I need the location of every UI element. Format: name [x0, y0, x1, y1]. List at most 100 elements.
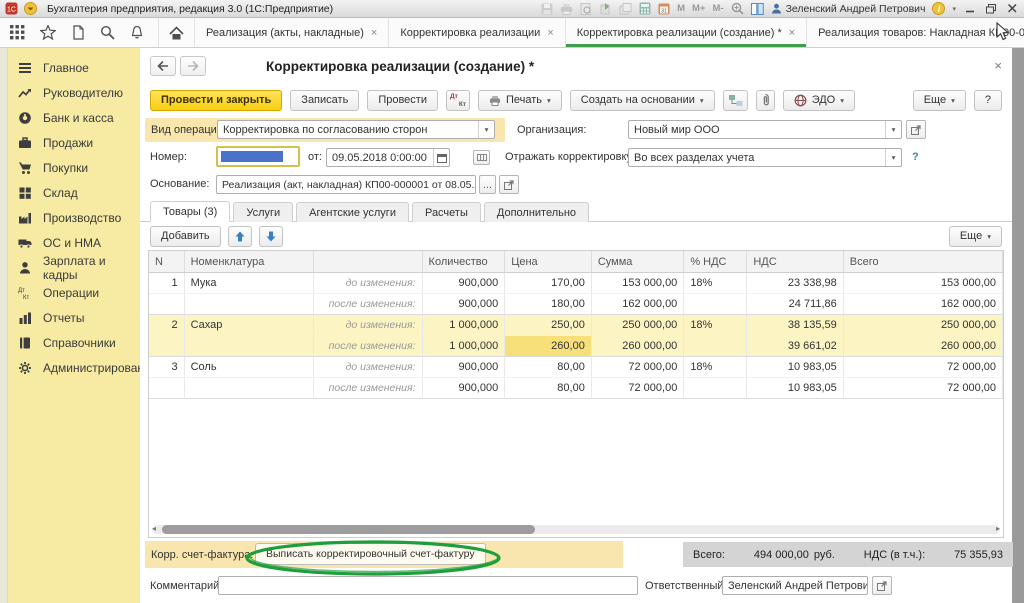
move-down-button[interactable] [259, 226, 283, 247]
tab-close-icon[interactable] [547, 27, 553, 39]
dtkt-postings-button[interactable]: ДтКт [446, 90, 470, 111]
user-chip[interactable]: Зеленский Андрей Петрович [771, 3, 926, 15]
close-button[interactable] [1005, 2, 1019, 15]
sidebar-item-directories[interactable]: Справочники [8, 330, 140, 355]
selected-cell[interactable]: 260,00 [505, 336, 592, 356]
export-icon[interactable] [599, 3, 612, 15]
back-button[interactable] [150, 56, 176, 76]
tab-realization-doc[interactable]: Реализация товаров: Накладная КП00-00000… [807, 18, 1024, 47]
post-button[interactable]: Провести [367, 90, 438, 111]
scroll-left-icon[interactable] [152, 524, 156, 533]
tab-close-icon[interactable] [371, 27, 377, 39]
post-and-close-button[interactable]: Провести и закрыть [150, 90, 282, 111]
sidebar-item-production[interactable]: Производство [8, 205, 140, 230]
table-row[interactable]: 3 Соль до изменения: 900,000 80,00 72 00… [149, 357, 1003, 378]
memory-m-button[interactable]: M [677, 3, 685, 14]
move-up-button[interactable] [228, 226, 252, 247]
basis-open-button[interactable] [499, 175, 519, 194]
calendar-icon[interactable]: 31 [658, 2, 670, 15]
input-options-button[interactable] [473, 150, 490, 165]
notifications-bell-icon[interactable] [130, 25, 144, 40]
search-icon[interactable] [100, 25, 115, 40]
comment-input[interactable] [218, 576, 638, 595]
edo-button[interactable]: ЭДО [783, 90, 855, 111]
table-row-selected[interactable]: 2 Сахар до изменения: 1 000,000 250,00 2… [149, 315, 1003, 336]
tab-settlements[interactable]: Расчеты [412, 202, 481, 222]
form-close-icon[interactable] [994, 58, 1002, 73]
table-row[interactable]: после изменения: 900,000 80,00 72 000,00… [149, 378, 1003, 399]
related-documents-button[interactable] [723, 90, 748, 111]
memory-mplus-button[interactable]: M+ [692, 3, 705, 14]
chevron-down-icon[interactable] [478, 121, 494, 138]
operation-select[interactable]: Корректировка по согласованию сторон [217, 120, 495, 139]
favorites-star-icon[interactable] [40, 25, 56, 40]
print-icon[interactable] [560, 3, 573, 15]
system-menu-icon[interactable] [24, 2, 37, 15]
preview-icon[interactable] [580, 3, 592, 15]
memory-mminus-button[interactable]: M- [712, 3, 723, 14]
reflect-select[interactable]: Во всех разделах учета [628, 148, 902, 167]
tab-additional[interactable]: Дополнительно [484, 202, 589, 222]
number-input[interactable] [216, 146, 300, 167]
sidebar-item-payroll[interactable]: Зарплата и кадры [8, 255, 140, 280]
scroll-right-icon[interactable] [996, 524, 1000, 533]
sidebar-item-operations[interactable]: ДтКт Операции [8, 280, 140, 305]
organization-select[interactable]: Новый мир ООО [628, 120, 902, 139]
issue-correction-invoice-button[interactable]: Выписать корректировочный счет-фактуру [255, 543, 486, 565]
sidebar-item-bank[interactable]: Банк и касса [8, 105, 140, 130]
restore-button[interactable] [984, 2, 998, 15]
sidebar-item-manager[interactable]: Руководителю [8, 80, 140, 105]
sidebar-item-main[interactable]: Главное [8, 55, 140, 80]
split-view-icon[interactable] [751, 3, 764, 15]
sidebar-item-purchases[interactable]: Покупки [8, 155, 140, 180]
window-titlebar: 1С Бухгалтерия предприятия, редакция 3.0… [0, 0, 1024, 18]
table-row[interactable]: 1 Мука до изменения: 900,000 170,00 153 … [149, 273, 1003, 294]
create-based-on-button[interactable]: Создать на основании [570, 90, 715, 111]
info-button[interactable]: i [932, 2, 945, 15]
basis-select[interactable]: Реализация (акт, накладная) КП00-000001 … [216, 175, 476, 194]
chevron-down-icon[interactable]: ▾ [952, 5, 956, 13]
print-button[interactable]: Печать [478, 90, 562, 111]
organization-label: Организация: [517, 124, 586, 136]
table-row[interactable]: после изменения: 900,000 180,00 162 000,… [149, 294, 1003, 315]
chevron-down-icon[interactable] [885, 149, 901, 166]
date-input[interactable]: 09.05.2018 0:00:00 [326, 148, 450, 167]
help-button[interactable]: ? [974, 90, 1002, 111]
calendar-picker-icon[interactable] [433, 149, 449, 166]
add-row-button[interactable]: Добавить [150, 226, 221, 247]
minimize-button[interactable] [963, 2, 977, 15]
tab-correction-create[interactable]: Корректировка реализации (создание) * [566, 18, 807, 47]
sidebar-item-fixed-assets[interactable]: ОС и НМА [8, 230, 140, 255]
copy-icon[interactable] [619, 3, 632, 15]
horizontal-scrollbar[interactable] [152, 525, 1000, 534]
tab-realization-list[interactable]: Реализация (акты, накладные) [195, 18, 389, 47]
sidebar-item-reports[interactable]: Отчеты [8, 305, 140, 330]
forward-button[interactable] [180, 56, 206, 76]
sidebar-item-sales[interactable]: Продажи [8, 130, 140, 155]
reflect-help-link[interactable]: ? [912, 151, 919, 163]
table-row-selected[interactable]: после изменения: 1 000,000 260,00 260 00… [149, 336, 1003, 357]
more-button[interactable]: Еще [913, 90, 966, 111]
tab-agent-services[interactable]: Агентские услуги [296, 202, 409, 222]
organization-open-button[interactable] [906, 120, 926, 139]
calculator-icon[interactable] [639, 2, 651, 15]
sidebar-item-administration[interactable]: Администрирование [8, 355, 140, 380]
tab-services[interactable]: Услуги [233, 202, 293, 222]
tab-goods[interactable]: Товары (3) [150, 201, 230, 222]
attachments-button[interactable] [756, 90, 775, 111]
scrollbar-thumb[interactable] [162, 525, 535, 534]
home-tab[interactable] [158, 18, 195, 47]
apps-menu-icon[interactable] [10, 25, 25, 40]
responsible-select[interactable]: Зеленский Андрей Петрович [722, 576, 868, 595]
basis-ellipsis-button[interactable]: ... [479, 175, 496, 194]
table-more-button[interactable]: Еще [949, 226, 1002, 247]
history-icon[interactable] [71, 25, 85, 40]
sidebar-item-warehouse[interactable]: Склад [8, 180, 140, 205]
save-icon[interactable] [541, 3, 553, 15]
zoom-icon[interactable] [731, 2, 744, 15]
tab-close-icon[interactable] [789, 27, 795, 39]
save-button[interactable]: Записать [290, 90, 359, 111]
chevron-down-icon[interactable] [885, 121, 901, 138]
responsible-open-button[interactable] [872, 576, 892, 595]
tab-correction[interactable]: Корректировка реализации [389, 18, 565, 47]
